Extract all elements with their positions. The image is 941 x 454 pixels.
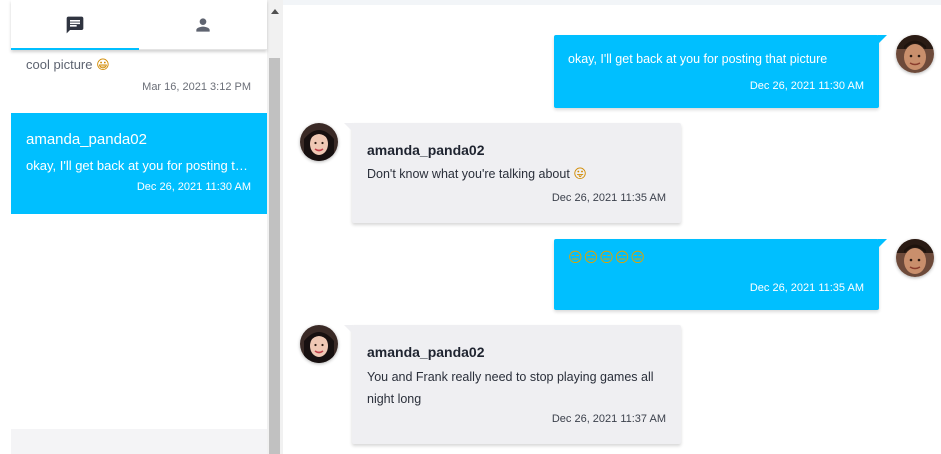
conversation-list: cool picture 😀 Mar 16, 2021 3:12 PM aman… [11, 50, 267, 454]
scroll-up-arrow-icon[interactable] [271, 9, 279, 14]
avatar-amanda-image [300, 123, 338, 161]
tab-contacts[interactable] [139, 0, 267, 50]
message-thread: okay, I'll get back at you for posting t… [283, 0, 941, 454]
grinning-emoji-icon: 😀 [96, 58, 110, 73]
conversation-preview: cool picture 😀 [26, 57, 110, 73]
avatar-self [896, 239, 934, 277]
incoming-message: amanda_panda02 Don't know what you're ta… [344, 123, 681, 223]
outgoing-message: 😑😑😑😑😑 Dec 26, 2021 11:35 AM [554, 239, 887, 310]
avatar-self-image [896, 35, 934, 73]
avatar-amanda [300, 123, 338, 161]
message-time: Dec 26, 2021 11:37 AM [551, 413, 666, 425]
conversation-item[interactable]: cool picture 😀 Mar 16, 2021 3:12 PM [11, 50, 267, 112]
sidebar-tabs [11, 0, 267, 50]
conversation-time: Mar 16, 2021 3:12 PM [142, 81, 251, 93]
outgoing-message: okay, I'll get back at you for posting t… [554, 35, 887, 108]
message-text: You and Frank really need to stop playin… [367, 370, 654, 406]
chat-icon [66, 16, 84, 34]
tongue-emoji-icon: 😛 [573, 167, 587, 182]
scrollbar-thumb[interactable] [269, 58, 280, 454]
expressionless-emoji-row-icon: 😑😑😑😑😑 [568, 250, 646, 266]
message-text: Don't know what you're talking about 😛 [367, 167, 587, 182]
message-time: Dec 26, 2021 11:35 AM [551, 192, 666, 204]
list-footer [11, 429, 267, 454]
active-tab-indicator [11, 48, 139, 50]
sidebar-scrollbar[interactable] [267, 0, 283, 454]
message-text: okay, I'll get back at you for posting t… [568, 52, 828, 66]
conversation-name: amanda_panda02 [26, 131, 147, 148]
incoming-message: amanda_panda02 You and Frank really need… [344, 325, 681, 444]
avatar-amanda [300, 325, 338, 363]
message-time: Dec 26, 2021 11:30 AM [749, 80, 864, 92]
avatar-amanda-image [300, 325, 338, 363]
conversation-preview: okay, I'll get back at you for posting t… [26, 158, 252, 173]
avatar-self [896, 35, 934, 73]
conversation-sidebar: cool picture 😀 Mar 16, 2021 3:12 PM aman… [0, 0, 283, 454]
tab-chats[interactable] [11, 0, 139, 50]
conversation-item-active[interactable]: amanda_panda02 okay, I'll get back at yo… [11, 113, 267, 214]
avatar-self-image [896, 239, 934, 277]
person-icon [196, 18, 210, 32]
message-sender: amanda_panda02 [367, 344, 485, 360]
message-time: Dec 26, 2021 11:35 AM [749, 282, 864, 294]
message-sender: amanda_panda02 [367, 142, 485, 158]
conversation-time: Dec 26, 2021 11:30 AM [136, 181, 251, 193]
